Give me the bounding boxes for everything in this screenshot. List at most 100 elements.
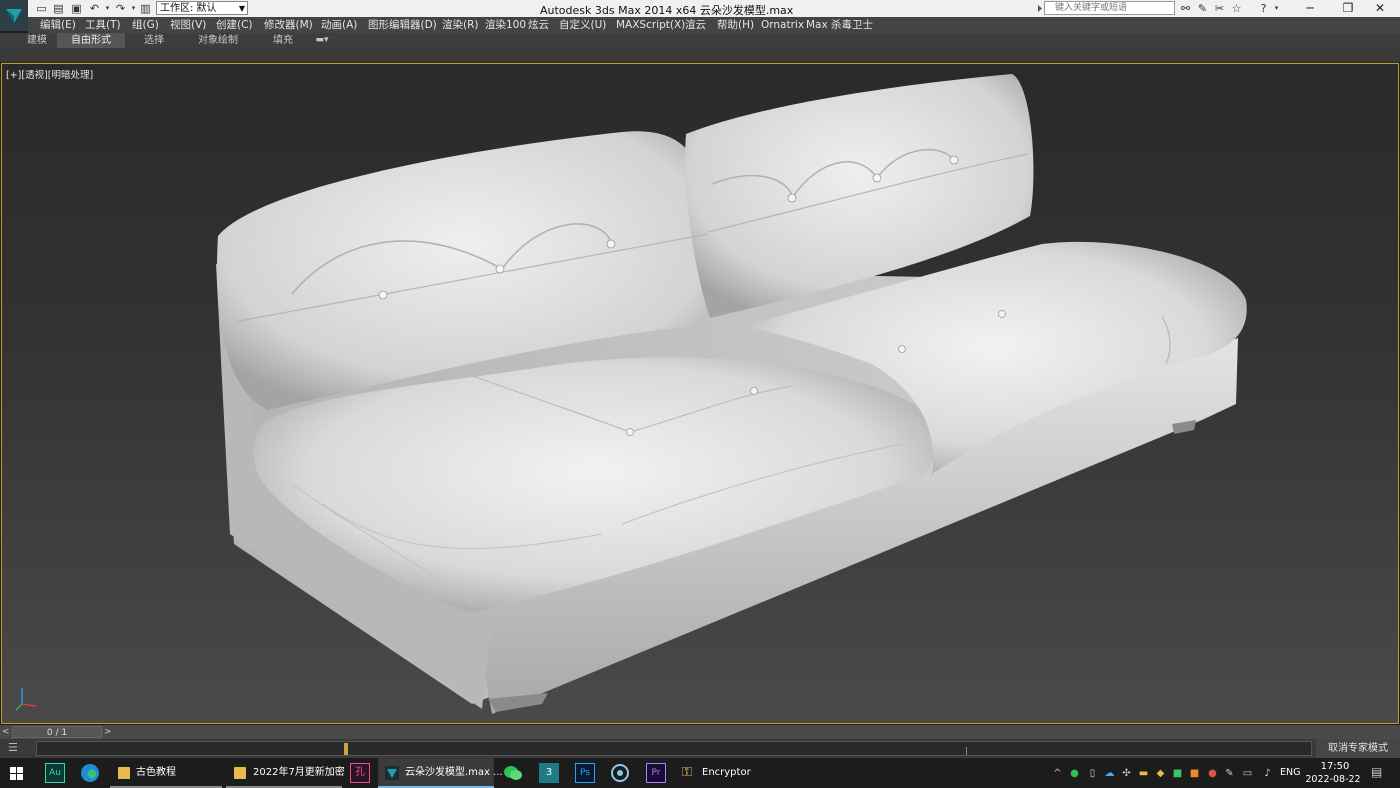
circle-app-icon[interactable] [610, 763, 630, 783]
app-menu-button[interactable] [0, 0, 28, 31]
binoculars-icon[interactable]: ⚯ [1179, 2, 1192, 15]
3dsmax-logo-icon [385, 766, 399, 780]
taskbar-encryptor[interactable]: ⚿ Encryptor [676, 758, 756, 788]
menu-modifiers[interactable]: 修改器(M) [264, 18, 313, 32]
menu-ornatrix[interactable]: Ornatrix [761, 18, 804, 32]
help-dropdown-icon[interactable]: ▾ [1270, 2, 1283, 15]
audition-app-icon[interactable]: Au [45, 763, 65, 783]
edge-browser-icon[interactable] [80, 763, 100, 783]
title-bar: ▭ ▤ ▣ ↶ ▾ ↷ ▾ ▥ 工作区: 默认 ▼ Autodesk 3ds M… [0, 0, 1400, 31]
track-bar: ☰ 取消专家模式 [0, 739, 1400, 758]
ribbon-panel [0, 49, 1400, 63]
help-icon[interactable]: ? [1257, 2, 1270, 15]
folder-icon [234, 767, 246, 779]
time-slider-next-button[interactable]: > [104, 726, 114, 738]
window-title: Autodesk 3ds Max 2014 x64 云朵沙发模型.max [540, 4, 794, 17]
menu-tools[interactable]: 工具(T) [85, 18, 121, 32]
language-indicator[interactable]: ENG [1280, 758, 1300, 788]
search-input[interactable] [1044, 1, 1175, 15]
taskbar-label: 2022年7月更新加密 [253, 767, 345, 778]
notification-center-icon[interactable]: ▤ [1371, 766, 1382, 778]
tab-modeling[interactable]: 建模 [20, 33, 54, 48]
taskbar-folder-update[interactable]: 2022年7月更新加密 [226, 758, 345, 788]
subscription-icon[interactable]: ✎ [1196, 2, 1209, 15]
menu-max-antivirus[interactable]: Max 杀毒卫士 [806, 18, 873, 32]
mini-curve-editor-icon[interactable]: ☰ [8, 742, 22, 754]
taskbar: Au 古色教程 2022年7月更新加密 孔 云朵沙发模型.max ... 3 P… [0, 758, 1400, 788]
workspace-label: 工作区: 默认 [160, 3, 217, 14]
taskbar-3dsmax-window[interactable]: 云朵沙发模型.max ... [378, 758, 503, 788]
frame-counter[interactable]: 0 / 1 [12, 726, 102, 738]
menu-group[interactable]: 组(G) [132, 18, 159, 32]
favorites-star-icon[interactable]: ☆ [1230, 2, 1243, 15]
security-shield-icon[interactable]: ◆ [1155, 768, 1166, 779]
undo-icon[interactable]: ↶ [88, 2, 101, 15]
clock-date[interactable]: 2022-08-22 [1303, 774, 1363, 785]
search-expand-icon[interactable] [1036, 3, 1044, 14]
project-folder-icon[interactable]: ▥ [139, 2, 152, 15]
track-tick [966, 747, 967, 755]
3dsmax-logo-icon [6, 8, 22, 23]
sofa-model[interactable] [2, 64, 1398, 723]
folder-tray-icon[interactable]: ▬ [1138, 768, 1149, 779]
ribbon-options-icon[interactable]: ▬▾ [310, 33, 334, 48]
minimize-button[interactable]: ─ [1290, 0, 1330, 17]
time-key-marker[interactable] [344, 743, 348, 755]
menu-customize[interactable]: 自定义(U) [559, 18, 606, 32]
menu-render100[interactable]: 渲染100 [485, 18, 526, 32]
save-file-icon[interactable]: ▣ [70, 2, 83, 15]
menu-xuanyun[interactable]: 炫云 [528, 18, 549, 32]
wechat-icon[interactable] [503, 763, 523, 783]
cancel-expert-mode-button[interactable]: 取消专家模式 [1316, 739, 1400, 758]
track-strip[interactable] [36, 741, 1312, 756]
open-file-icon[interactable]: ▤ [52, 2, 65, 15]
perspective-viewport[interactable]: [+][透视][明暗处理] [1, 63, 1399, 724]
cloud-icon[interactable]: ☁ [1104, 768, 1115, 779]
menu-animation[interactable]: 动画(A) [321, 18, 357, 32]
3dsmax-app-icon[interactable]: 3 [539, 763, 559, 783]
red-app-icon[interactable]: ● [1207, 768, 1218, 779]
menu-rendering[interactable]: 渲染(R) [442, 18, 479, 32]
redo-icon[interactable]: ↷ [114, 2, 127, 15]
windows-start-icon[interactable] [10, 767, 23, 780]
display-icon[interactable]: ▭ [1242, 768, 1253, 779]
menu-views[interactable]: 视图(V) [170, 18, 206, 32]
menu-xuanyun-render[interactable]: 渲云 [685, 18, 706, 32]
tab-populate[interactable]: 填充 [265, 33, 301, 48]
usb-icon[interactable]: ▯ [1087, 768, 1098, 779]
menu-maxscript[interactable]: MAXScript(X) [616, 18, 685, 32]
pen-icon[interactable]: ✎ [1224, 768, 1235, 779]
communication-center-icon[interactable]: ✂ [1213, 2, 1226, 15]
time-slider-prev-button[interactable]: < [2, 726, 12, 738]
axis-tripod-icon [15, 688, 37, 711]
time-slider[interactable]: < 0 / 1 > [0, 725, 1400, 739]
folder-icon [118, 767, 130, 779]
keys-icon: ⚿ [682, 765, 692, 780]
green-app-icon[interactable]: ■ [1172, 768, 1183, 779]
menu-help[interactable]: 帮助(H) [717, 18, 754, 32]
tab-freeform[interactable]: 自由形式 [57, 33, 125, 48]
workspace-dropdown[interactable]: 工作区: 默认 ▼ [156, 1, 248, 15]
tab-selection[interactable]: 选择 [135, 33, 173, 48]
taskbar-folder-tutorial[interactable]: 古色教程 [110, 758, 222, 788]
wechat-tray-icon[interactable]: ● [1069, 768, 1080, 779]
menu-edit[interactable]: 编辑(E) [40, 18, 76, 32]
tab-object-paint[interactable]: 对象绘制 [190, 33, 246, 48]
network-share-icon[interactable]: ✣ [1121, 768, 1132, 779]
taskbar-label: 古色教程 [136, 767, 176, 778]
undo-dropdown-icon[interactable]: ▾ [101, 2, 114, 15]
volume-icon[interactable]: ♪ [1262, 768, 1273, 779]
ribbon: 建模 自由形式 选择 对象绘制 填充 ▬▾ [0, 33, 1400, 49]
show-hidden-icons-icon[interactable]: ^ [1052, 768, 1063, 779]
new-file-icon[interactable]: ▭ [35, 2, 48, 15]
photoshop-icon[interactable]: Ps [575, 763, 595, 783]
orange-app-icon[interactable]: ■ [1189, 768, 1200, 779]
menu-graph-editors[interactable]: 图形编辑器(D) [368, 18, 437, 32]
clock-time[interactable]: 17:50 [1318, 761, 1352, 772]
taskbar-label: 云朵沙发模型.max ... [405, 767, 503, 778]
pink-app-icon[interactable]: 孔 [350, 763, 370, 783]
menu-bar: 编辑(E) 工具(T) 组(G) 视图(V) 创建(C) 修改器(M) 动画(A… [28, 17, 1400, 33]
close-button[interactable]: ✕ [1360, 0, 1400, 17]
menu-create[interactable]: 创建(C) [216, 18, 253, 32]
premiere-icon[interactable]: Pr [646, 763, 666, 783]
